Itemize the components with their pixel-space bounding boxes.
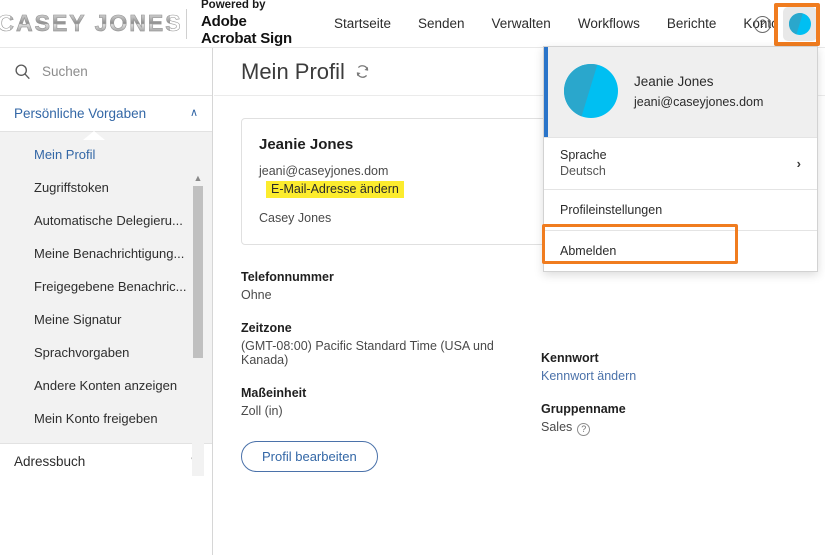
user-menu-item-abmelden[interactable]: Abmelden [544, 230, 817, 271]
field-kennwort: Kennwort Kennwort ändern [541, 351, 801, 383]
user-menu-name: Jeanie Jones [634, 73, 714, 89]
profile-fields: Telefonnummer Ohne Zeitzone (GMT-08:00) … [241, 270, 809, 472]
sidebar-group-adressbuch[interactable]: Adressbuch ∨ [0, 444, 212, 479]
adobe-label: Adobe [201, 12, 247, 30]
powered-by-adobe-acrobat-sign: Powered by Adobe Acrobat Sign [201, 0, 292, 48]
sidebar-item-mein-profil[interactable]: Mein Profil [0, 138, 212, 171]
profile-fields-left-column: Telefonnummer Ohne Zeitzone (GMT-08:00) … [241, 270, 541, 472]
sidebar-item-sprachvorgaben[interactable]: Sprachvorgaben [0, 336, 212, 369]
field-value: Zoll (in) [241, 404, 283, 418]
sidebar-scrollbar[interactable]: ▲ [192, 172, 204, 476]
field-label: Gruppenname [541, 402, 626, 416]
nav-right-group: ? [754, 0, 817, 48]
user-menu-identity: Jeanie Jones jeani@caseyjones.dom [634, 74, 763, 109]
refresh-icon[interactable] [354, 63, 371, 80]
avatar-icon [789, 13, 811, 35]
nav-items: Startseite Senden Verwalten Workflows Be… [334, 16, 779, 31]
group-help-icon[interactable]: ? [577, 422, 591, 436]
search-placeholder: Suchen [42, 64, 88, 79]
sidebar-item-andere-konten-anzeigen[interactable]: Andere Konten anzeigen [0, 369, 212, 402]
help-icon[interactable]: ? [754, 15, 771, 33]
group-name-value: Sales [541, 420, 573, 434]
field-label: Telefonnummer [241, 270, 334, 284]
page-title: Mein Profil [241, 58, 345, 84]
nav-item-verwalten[interactable]: Verwalten [492, 16, 551, 31]
acrobat-sign-label: Acrobat Sign [201, 30, 292, 48]
nav-item-startseite[interactable]: Startseite [334, 16, 391, 31]
scrollbar-thumb[interactable] [193, 186, 203, 358]
user-menu-item-profileinstellungen[interactable]: Profileinstellungen [544, 189, 817, 230]
nav-item-berichte[interactable]: Berichte [667, 16, 717, 31]
field-label: Kennwort [541, 351, 599, 365]
sidebar-group-items: Mein Profil Zugriffstoken Automatische D… [0, 131, 212, 444]
search-icon [15, 64, 30, 80]
field-value: Ohne [241, 288, 272, 302]
field-gruppenname: Gruppenname Sales? [541, 402, 801, 436]
field-telefonnummer: Telefonnummer Ohne [241, 270, 541, 302]
scroll-up-arrow-icon[interactable]: ▲ [192, 172, 204, 184]
field-label: Zeitzone [241, 321, 292, 335]
user-menu-header: Jeanie Jones jeani@caseyjones.dom [544, 47, 817, 137]
edit-profile-button[interactable]: Profil bearbeiten [241, 441, 378, 472]
user-menu-item-sprache[interactable]: Sprache Deutsch › [544, 137, 817, 189]
nav-item-senden[interactable]: Senden [418, 16, 465, 31]
change-password-link[interactable]: Kennwort ändern [541, 369, 801, 383]
language-label: Sprache [560, 148, 607, 162]
sidebar-item-automatische-delegierung[interactable]: Automatische Delegieru... [0, 204, 212, 237]
nav-item-workflows[interactable]: Workflows [578, 16, 640, 31]
user-menu-email: jeani@caseyjones.dom [634, 94, 764, 109]
field-value: (GMT-08:00) Pacific Standard Time (USA u… [241, 339, 494, 367]
sidebar-item-mein-konto-freigeben[interactable]: Mein Konto freigeben [0, 402, 212, 435]
casey-jones-logo: CASEY JONES [0, 9, 181, 39]
chevron-right-icon: › [796, 155, 801, 171]
change-email-link[interactable]: E-Mail-Adresse ändern [266, 181, 404, 198]
field-hidden-behind-dropdown [541, 270, 801, 332]
field-masseinheit: Maßeinheit Zoll (in) [241, 386, 541, 418]
top-navigation-bar: CASEY JONES Powered by Adobe Acrobat Sig… [0, 0, 825, 48]
sidebar-group-persoenliche-vorgaben[interactable]: Persönliche Vorgaben ∧ [0, 96, 212, 131]
user-menu-dropdown: Jeanie Jones jeani@caseyjones.dom Sprach… [543, 46, 818, 272]
sidebar-item-meine-benachrichtigungen[interactable]: Meine Benachrichtigung... [0, 237, 212, 270]
brand-divider [186, 8, 187, 39]
field-value-wrap: Sales? [541, 420, 801, 436]
field-zeitzone: Zeitzone (GMT-08:00) Pacific Standard Ti… [241, 321, 541, 367]
sidebar-item-zugriffstoken[interactable]: Zugriffstoken [0, 171, 212, 204]
chevron-up-icon: ∧ [189, 107, 198, 119]
language-text-group: Sprache Deutsch [560, 148, 607, 178]
powered-by-label: Powered by [201, 0, 266, 12]
language-value: Deutsch [560, 164, 606, 178]
group-notch [83, 131, 105, 140]
app-root: CASEY JONES Powered by Adobe Acrobat Sig… [0, 0, 825, 555]
field-label: Maßeinheit [241, 386, 307, 400]
sidebar-item-freigegebene-benachrichtigungen[interactable]: Freigegebene Benachric... [0, 270, 212, 303]
sidebar-item-meine-signatur[interactable]: Meine Signatur [0, 303, 212, 336]
search-input[interactable]: Suchen [0, 48, 212, 96]
sidebar-group-label: Persönliche Vorgaben [14, 106, 147, 121]
user-avatar-button[interactable] [783, 7, 817, 41]
profile-fields-right-column: Kennwort Kennwort ändern Gruppenname Sal… [541, 270, 801, 472]
avatar-icon-large [564, 64, 618, 118]
sidebar-group-label-adressbuch: Adressbuch [14, 454, 86, 469]
sidebar: Suchen Persönliche Vorgaben ∧ Mein Profi… [0, 48, 213, 555]
